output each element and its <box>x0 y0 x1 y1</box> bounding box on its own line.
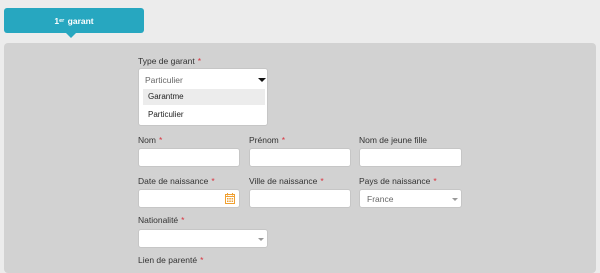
tab-pointer <box>66 33 76 38</box>
required-mark: * <box>158 135 163 145</box>
required-mark: * <box>281 135 286 145</box>
chevron-down-icon[interactable] <box>258 78 266 82</box>
pays-naissance-label-text: Pays de naissance <box>359 176 431 186</box>
required-mark: * <box>197 56 202 66</box>
ville-naissance-label-text: Ville de naissance <box>249 176 318 186</box>
nationalite-label-text: Nationalité <box>138 215 179 225</box>
calendar-icon[interactable] <box>225 193 235 204</box>
chevron-down-icon[interactable] <box>452 198 458 201</box>
nom-jeune-fille-field[interactable] <box>359 148 462 167</box>
type-garant-label: Type de garant * <box>138 56 201 66</box>
required-mark: * <box>200 255 204 265</box>
type-garant-label-text: Type de garant <box>138 56 195 66</box>
tab-ordinal-suffix: er <box>59 17 65 24</box>
nom-label-text: Nom <box>138 135 156 145</box>
nom-jeune-fille-label: Nom de jeune fille <box>359 135 428 145</box>
pays-naissance-label: Pays de naissance * <box>359 176 437 186</box>
date-naissance-label: Date de naissance * <box>138 176 215 186</box>
required-mark: * <box>211 176 215 186</box>
type-garant-selected: Particulier <box>145 75 183 85</box>
date-naissance-field[interactable] <box>138 189 240 208</box>
ville-naissance-label: Ville de naissance * <box>249 176 324 186</box>
chevron-down-icon[interactable] <box>258 238 264 241</box>
pays-naissance-select[interactable]: France <box>359 189 462 208</box>
nationalite-label: Nationalité * <box>138 215 184 225</box>
ville-naissance-field[interactable] <box>249 189 351 208</box>
prenom-label: Prénom * <box>249 135 285 145</box>
prenom-label-text: Prénom <box>249 135 279 145</box>
option-particulier[interactable]: Particulier <box>143 107 265 123</box>
required-mark: * <box>320 176 324 186</box>
guarantor-tab[interactable]: 1 er garant <box>4 8 144 33</box>
type-garant-select[interactable]: Particulier Garantme Particulier <box>138 68 268 126</box>
required-mark: * <box>433 176 437 186</box>
lien-parente-label-text: Lien de parenté <box>138 255 198 265</box>
lien-parente-label: Lien de parenté * <box>138 255 203 265</box>
nom-field[interactable] <box>138 148 240 167</box>
option-garantme[interactable]: Garantme <box>143 89 265 105</box>
tab-label: garant <box>67 15 94 26</box>
nom-label: Nom * <box>138 135 162 145</box>
prenom-field[interactable] <box>249 148 351 167</box>
required-mark: * <box>181 215 185 225</box>
nationalite-select[interactable] <box>138 229 268 248</box>
date-naissance-label-text: Date de naissance <box>138 176 209 186</box>
pays-naissance-selected: France <box>367 194 394 204</box>
